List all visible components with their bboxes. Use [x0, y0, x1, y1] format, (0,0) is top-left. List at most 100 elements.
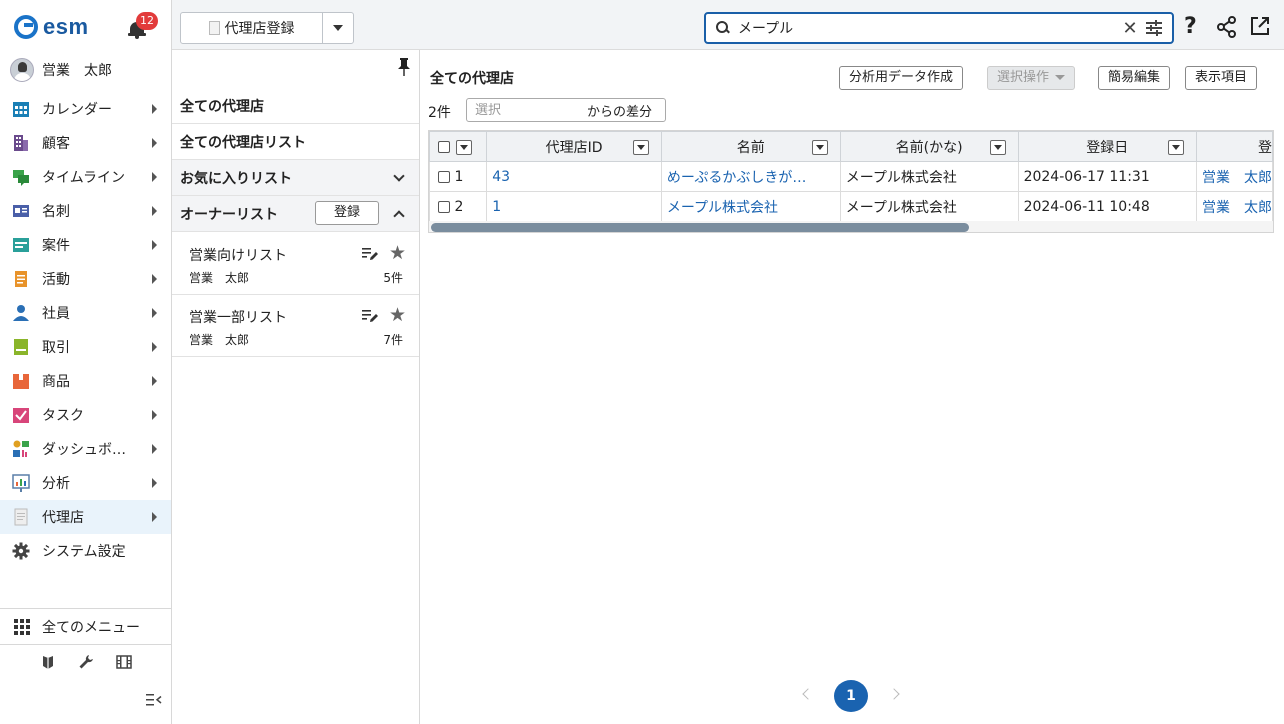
select-operation-label: 選択操作 — [997, 70, 1050, 85]
page-current[interactable]: 1 — [834, 680, 868, 712]
page-title: 全ての代理店 — [430, 71, 514, 87]
chevron-right-icon — [152, 308, 157, 318]
sidebar-item-analysis[interactable]: 分析 — [0, 466, 171, 500]
sidebar-item-agencies[interactable]: 代理店 — [0, 500, 171, 534]
sidebar-item-dashboard[interactable]: ダッシュボ… — [0, 432, 171, 466]
filter-settings-icon[interactable] — [1146, 20, 1164, 36]
all-agencies-list-link[interactable]: 全ての代理店リスト — [172, 124, 419, 160]
owner-list-group[interactable]: オーナーリスト — [172, 196, 419, 232]
chevron-left-icon[interactable] — [802, 688, 814, 700]
dashboard-icon — [13, 440, 29, 457]
new-agency-button[interactable]: 代理店登録 — [181, 13, 323, 43]
data-table: 代理店ID 名前 名前(かな) 登録日 登 1 43 めーぷるかぶしきが… メー… — [428, 130, 1274, 233]
column-menu-dropdown[interactable] — [1167, 140, 1184, 155]
all-menu-button[interactable]: 全てのメニュー — [0, 609, 171, 645]
chevron-right-icon — [152, 410, 157, 420]
caret-down-icon — [333, 25, 343, 31]
chevron-down-icon — [393, 170, 405, 182]
table-row[interactable]: 2 1 メープル株式会社 メープル株式会社 2024-06-11 10:48 営… — [429, 191, 1273, 222]
scrollbar-thumb[interactable] — [431, 223, 969, 232]
sidebar-item-transactions[interactable]: 取引 — [0, 330, 171, 364]
register-list-button[interactable]: 登録 — [315, 201, 379, 225]
agency-name-link[interactable]: めーぷるかぶしきが… — [660, 161, 841, 192]
chevron-right-icon — [152, 240, 157, 250]
film-icon[interactable] — [115, 654, 132, 670]
list-name: 営業一部リスト — [189, 310, 287, 326]
column-header-registered-date[interactable]: 登録日 — [1017, 131, 1197, 162]
column-menu-dropdown[interactable] — [811, 140, 828, 155]
shield-icon[interactable] — [40, 654, 56, 670]
star-icon[interactable]: ★ — [389, 242, 406, 264]
sidebar-item-timeline[interactable]: タイムライン — [0, 160, 171, 194]
collapse-sidebar-icon[interactable] — [146, 693, 162, 707]
row-checkbox[interactable] — [438, 200, 450, 213]
sidebar-item-employees[interactable]: 社員 — [0, 296, 171, 330]
list-owner: 営業 太郎 — [189, 333, 250, 347]
select-all-header — [429, 131, 488, 162]
bulk-select-dropdown[interactable] — [456, 140, 473, 155]
chevron-right-icon — [152, 274, 157, 284]
chevron-right-icon[interactable] — [888, 688, 900, 700]
new-menu-dropdown[interactable] — [323, 13, 353, 43]
sidebar-item-label: 代理店 — [42, 510, 84, 526]
share-icon[interactable] — [1216, 16, 1238, 38]
search-input[interactable] — [738, 20, 1120, 36]
sidebar-item-customers[interactable]: 顧客 — [0, 126, 171, 160]
agency-id-link[interactable]: 1 — [486, 191, 662, 222]
column-header-name-kana[interactable]: 名前(かな) — [839, 131, 1019, 162]
column-header-agency-id[interactable]: 代理店ID — [486, 131, 662, 162]
list-count: 7件 — [383, 333, 403, 347]
user-name: 営業 太郎 — [42, 63, 112, 79]
chevron-right-icon — [152, 104, 157, 114]
agency-id-link[interactable]: 43 — [486, 161, 662, 192]
row-number: 1 — [454, 168, 464, 185]
help-icon[interactable]: ? — [1184, 14, 1197, 39]
notification-badge[interactable]: 12 — [136, 12, 158, 30]
star-icon[interactable]: ★ — [389, 304, 406, 326]
edit-list-icon[interactable] — [362, 247, 378, 261]
new-agency-button-group: 代理店登録 — [180, 12, 354, 44]
registrant-link[interactable]: 営業 太郎 — [1195, 161, 1273, 192]
column-header-registrant[interactable]: 登 — [1195, 131, 1273, 162]
all-agencies-link[interactable]: 全ての代理店 — [172, 88, 419, 124]
user-profile[interactable]: 営業 太郎 — [10, 56, 112, 84]
sidebar-item-calendar[interactable]: カレンダー — [0, 92, 171, 126]
pin-icon[interactable] — [397, 58, 411, 76]
sidebar-item-business-cards[interactable]: 名刺 — [0, 194, 171, 228]
grid-icon — [14, 618, 30, 635]
folder-icon — [13, 238, 29, 252]
diff-base-input[interactable] — [467, 102, 575, 118]
sidebar-item-products[interactable]: 商品 — [0, 364, 171, 398]
display-items-button[interactable]: 表示項目 — [1185, 66, 1258, 90]
select-all-checkbox[interactable] — [438, 140, 450, 153]
sidebar-item-tasks[interactable]: タスク — [0, 398, 171, 432]
ledger-icon — [14, 339, 28, 355]
close-icon[interactable]: ✕ — [1120, 18, 1140, 39]
chevron-right-icon — [152, 478, 157, 488]
registered-date-cell: 2024-06-11 10:48 — [1017, 191, 1197, 222]
wrench-icon[interactable] — [78, 654, 94, 670]
sidebar-item-activities[interactable]: 活動 — [0, 262, 171, 296]
quick-edit-button[interactable]: 簡易編集 — [1098, 66, 1171, 90]
chevron-right-icon — [152, 138, 157, 148]
sidebar-item-deals[interactable]: 案件 — [0, 228, 171, 262]
list-item[interactable]: 営業向けリスト 営業 太郎 5件 ★ — [172, 233, 419, 295]
select-operation-button[interactable]: 選択操作 — [987, 66, 1076, 90]
analysis-data-button[interactable]: 分析用データ作成 — [839, 66, 964, 90]
sidebar-item-system-settings[interactable]: システム設定 — [0, 534, 171, 568]
column-menu-dropdown[interactable] — [632, 140, 649, 155]
list-item[interactable]: 営業一部リスト 営業 太郎 7件 ★ — [172, 295, 419, 357]
row-checkbox[interactable] — [438, 170, 450, 183]
registrant-link[interactable]: 営業 太郎 — [1195, 191, 1273, 222]
new-agency-label: 代理店登録 — [224, 21, 295, 37]
column-header-name[interactable]: 名前 — [660, 131, 841, 162]
column-menu-dropdown[interactable] — [989, 140, 1006, 155]
horizontal-scrollbar[interactable] — [429, 221, 1273, 232]
sidebar-item-label: 商品 — [42, 374, 70, 390]
esm-logo[interactable]: esm — [14, 12, 89, 42]
edit-list-icon[interactable] — [362, 309, 378, 323]
agency-name-link[interactable]: メープル株式会社 — [660, 191, 841, 222]
table-row[interactable]: 1 43 めーぷるかぶしきが… メープル株式会社 2024-06-17 11:3… — [429, 161, 1273, 192]
favorites-list-group[interactable]: お気に入りリスト — [172, 160, 419, 196]
open-external-icon[interactable] — [1250, 16, 1270, 36]
